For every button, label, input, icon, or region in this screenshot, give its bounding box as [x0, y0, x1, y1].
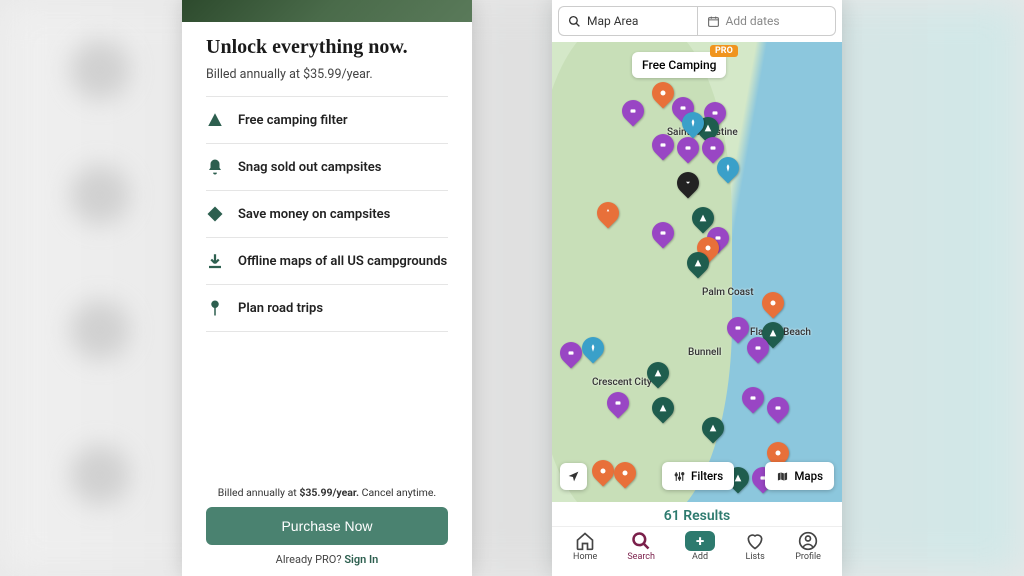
map-screen: Map Area Add dates Free Camping PRO Sain… [552, 0, 842, 576]
pro-badge: PRO [710, 45, 738, 57]
feature-road-trips: Plan road trips [206, 285, 448, 332]
promo-screen: Unlock everything now. Billed annually a… [182, 0, 472, 576]
tent-icon [206, 111, 224, 129]
home-icon [575, 531, 595, 551]
tab-label: Home [573, 552, 597, 562]
map-pin[interactable] [737, 382, 768, 413]
promo-subtitle: Billed annually at $35.99/year. [206, 67, 448, 82]
bell-icon [206, 158, 224, 176]
fine-print: Billed annually at $35.99/year. Cancel a… [206, 486, 448, 499]
tab-label: Search [627, 552, 655, 562]
promo-title: Unlock everything now. [206, 36, 448, 59]
plus-icon: + [685, 531, 715, 551]
feature-label: Offline maps of all US campgrounds [238, 254, 447, 269]
filters-icon [673, 470, 686, 483]
sign-in-link[interactable]: Sign In [344, 553, 378, 566]
dates-input[interactable]: Add dates [697, 6, 837, 36]
tab-lists[interactable]: Lists [745, 531, 765, 562]
city-label: Bunnell [688, 347, 721, 358]
filters-button[interactable]: Filters [662, 462, 734, 490]
tab-profile[interactable]: Profile [795, 531, 821, 562]
tab-bar: Home Search + Add Lists Profile [552, 526, 842, 568]
calendar-icon [707, 15, 720, 28]
maps-label: Maps [794, 469, 823, 483]
feature-label: Free camping filter [238, 113, 348, 128]
map-pin[interactable] [757, 287, 788, 318]
search-icon [631, 531, 651, 551]
map-canvas[interactable]: Free Camping PRO Saint Augustine Palm Co… [552, 42, 842, 502]
heart-icon [745, 531, 765, 551]
maps-icon [776, 470, 789, 483]
filters-label: Filters [691, 469, 723, 483]
map-area-search[interactable]: Map Area [558, 6, 697, 36]
locate-button[interactable] [560, 463, 587, 490]
feature-label: Plan road trips [238, 301, 323, 316]
dates-placeholder: Add dates [726, 14, 780, 28]
tab-label: Add [692, 552, 708, 562]
city-label: Palm Coast [702, 287, 754, 298]
search-text: Map Area [587, 14, 638, 28]
results-count[interactable]: 61 Results [552, 502, 842, 526]
city-label: Crescent City [592, 377, 652, 388]
maps-button[interactable]: Maps [765, 462, 834, 490]
feature-sold-out: Snag sold out campsites [206, 144, 448, 191]
feature-offline-maps: Offline maps of all US campgrounds [206, 238, 448, 285]
profile-icon [798, 531, 818, 551]
search-icon [568, 15, 581, 28]
hero-image [182, 0, 472, 22]
map-pin[interactable] [762, 392, 793, 423]
tab-home[interactable]: Home [573, 531, 597, 562]
feature-label: Snag sold out campsites [238, 160, 381, 175]
tab-search[interactable]: Search [627, 531, 655, 562]
tab-label: Lists [746, 552, 765, 562]
already-pro-text: Already PRO? Sign In [206, 553, 448, 566]
pin-icon [206, 299, 224, 317]
tab-label: Profile [795, 552, 821, 562]
locate-icon [567, 470, 580, 483]
feature-save-money: Save money on campsites [206, 191, 448, 238]
feature-label: Save money on campsites [238, 207, 390, 222]
tag-icon [206, 205, 224, 223]
purchase-button[interactable]: Purchase Now [206, 507, 448, 545]
tab-add[interactable]: + Add [685, 531, 715, 562]
feature-free-camping: Free camping filter [206, 97, 448, 144]
download-icon [206, 252, 224, 270]
